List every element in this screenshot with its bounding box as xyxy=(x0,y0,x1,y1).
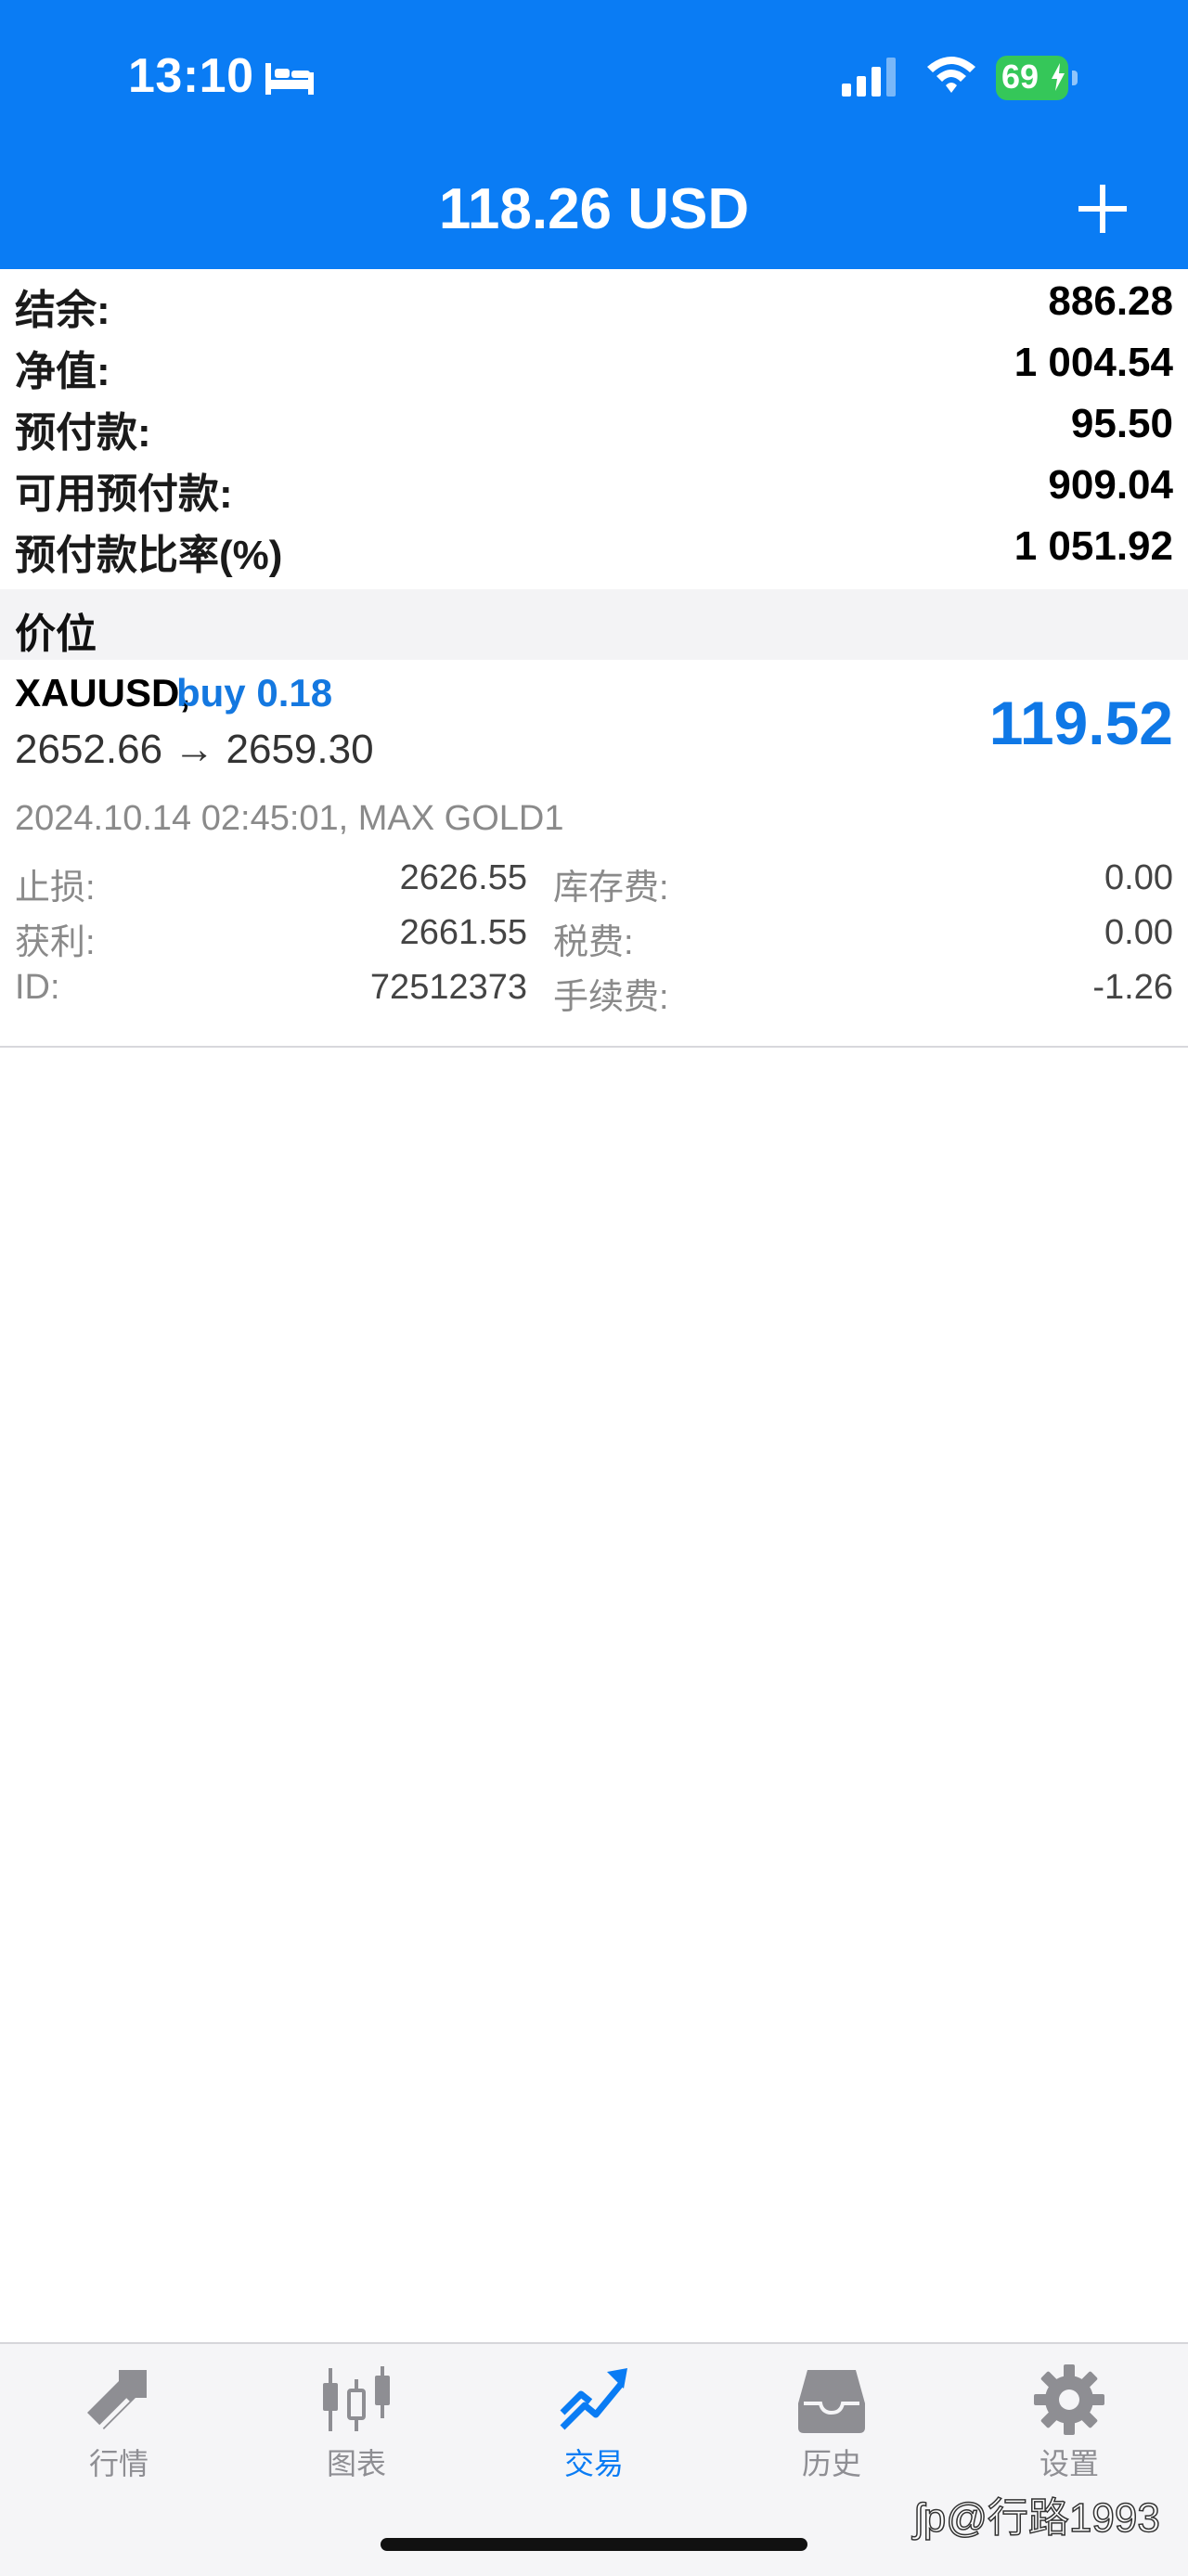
summary-value: 886.28 xyxy=(1048,278,1173,324)
detail-row: ID: 72512373 手续费: -1.26 xyxy=(0,968,1188,1022)
battery-icon: 69 xyxy=(996,56,1079,100)
detail-label: 获利: xyxy=(15,923,96,962)
wifi-icon xyxy=(927,57,975,93)
detail-value: 0.00 xyxy=(1104,858,1173,897)
summary-row-free-margin: 可用预付款: 909.04 xyxy=(0,453,1188,517)
summary-row-margin-level: 预付款比率(%) 1 051.92 xyxy=(0,514,1188,578)
detail-label: 库存费: xyxy=(553,869,669,908)
positions-section-header: 价位 xyxy=(0,589,1188,660)
status-time: 13:10 xyxy=(128,49,254,103)
tab-label: 设置 xyxy=(1039,2447,1099,2480)
detail-value: 0.00 xyxy=(1104,913,1173,952)
detail-row: 获利: 2661.55 税费: 0.00 xyxy=(0,913,1188,967)
detail-label: 止损: xyxy=(15,869,96,908)
tab-trade[interactable]: 交易 xyxy=(475,2344,713,2502)
detail-label: 税费: xyxy=(553,923,634,962)
summary-label: 预付款: xyxy=(15,410,151,456)
divider xyxy=(0,1046,1188,1048)
trade-icon xyxy=(560,2368,627,2430)
summary-value: 909.04 xyxy=(1048,462,1173,508)
tab-label: 交易 xyxy=(563,2447,624,2480)
battery-level: 69 xyxy=(1001,58,1040,96)
tab-label: 图表 xyxy=(326,2447,386,2480)
tab-label: 历史 xyxy=(801,2447,861,2480)
position-symbol: XAUUSD, xyxy=(15,671,191,715)
summary-label: 预付款比率(%) xyxy=(15,533,283,578)
detail-value: 2626.55 xyxy=(399,858,527,897)
detail-label: ID: xyxy=(15,968,60,1007)
summary-value: 95.50 xyxy=(1070,401,1173,446)
account-summary: 结余: 886.28 净值: 1 004.54 预付款: 95.50 可用预付款… xyxy=(0,269,1188,578)
summary-row-margin: 预付款: 95.50 xyxy=(0,392,1188,456)
section-title: 价位 xyxy=(15,612,97,657)
summary-row-equity: 净值: 1 004.54 xyxy=(0,330,1188,394)
position-profit: 119.52 xyxy=(988,689,1173,757)
settings-icon xyxy=(1034,2364,1104,2435)
watermark: ʃp@行路1993 xyxy=(913,2494,1160,2542)
detail-value: 2661.55 xyxy=(399,913,527,952)
summary-value: 1 004.54 xyxy=(1014,340,1173,385)
battery-tip xyxy=(1072,71,1078,85)
detail-label: 手续费: xyxy=(553,978,669,1017)
tab-settings[interactable]: 设置 xyxy=(950,2344,1188,2502)
detail-value: 72512373 xyxy=(369,968,527,1007)
summary-label: 净值: xyxy=(15,349,110,394)
home-indicator[interactable] xyxy=(381,2538,807,2551)
bed-icon xyxy=(265,63,314,95)
history-icon xyxy=(798,2370,865,2433)
position-prices: 2652.66 → 2659.30 xyxy=(15,727,374,772)
signal-icon xyxy=(842,58,896,97)
detail-value: -1.26 xyxy=(1092,968,1173,1007)
quotes-icon xyxy=(87,2370,147,2429)
chart-icon xyxy=(323,2366,390,2431)
tab-label: 行情 xyxy=(88,2447,148,2480)
tab-quotes[interactable]: 行情 xyxy=(0,2344,238,2502)
position-meta: 2024.10.14 02:45:01, MAX GOLD1 xyxy=(15,799,564,838)
position-side: buy 0.18 xyxy=(176,671,333,715)
position-card[interactable]: XAUUSD, buy 0.18 2652.66 → 2659.30 119.5… xyxy=(0,660,1188,1048)
tab-history[interactable]: 历史 xyxy=(713,2344,950,2502)
summary-label: 可用预付款: xyxy=(15,471,233,517)
summary-label: 结余: xyxy=(15,288,110,333)
page-title[interactable]: 118.26 USD xyxy=(0,176,1188,242)
plus-icon[interactable] xyxy=(1075,181,1130,237)
detail-row: 止损: 2626.55 库存费: 0.00 xyxy=(0,858,1188,912)
charging-bolt-icon xyxy=(1052,63,1065,91)
top-header: 13:10 69 118.26 USD xyxy=(0,0,1188,269)
tab-charts[interactable]: 图表 xyxy=(238,2344,475,2502)
summary-row-balance: 结余: 886.28 xyxy=(0,269,1188,333)
summary-value: 1 051.92 xyxy=(1014,523,1173,569)
